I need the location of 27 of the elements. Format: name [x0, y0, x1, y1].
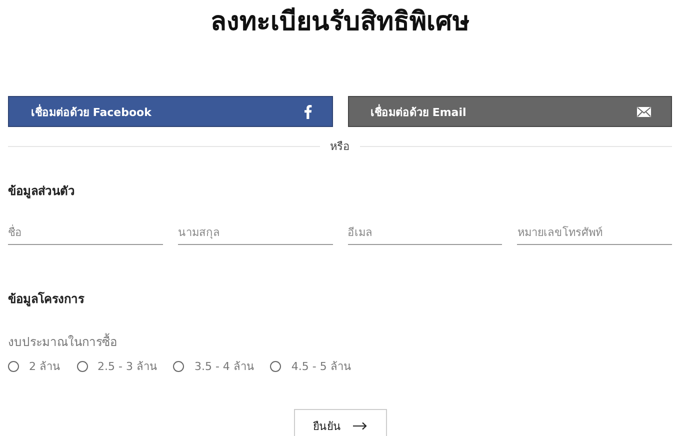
facebook-icon: [304, 104, 312, 118]
input-field[interactable]: อีเมล: [348, 220, 502, 245]
submit-button[interactable]: ยืนยัน: [294, 409, 386, 436]
radio-button[interactable]: [173, 360, 184, 372]
divider-text: หรือ: [330, 139, 350, 155]
facebook-button[interactable]: เชื่อมต่อด้วย Facebook: [8, 96, 332, 127]
page-title: ลงทะเบียนรับสิทธิพิเศษ: [210, 6, 470, 39]
email-button[interactable]: เชื่อมต่อด้วย Email: [348, 96, 672, 127]
input-field[interactable]: หมายเลขโทรศัพท์: [517, 220, 672, 245]
section-heading: ข้อมูลส่วนตัว: [8, 183, 76, 200]
radio-button[interactable]: [8, 360, 19, 372]
radio-option[interactable]: 4.5 - 5 ล้าน: [270, 357, 352, 375]
radio-button[interactable]: [76, 360, 88, 372]
option-label: 2.5 - 3 ล้าน: [98, 359, 158, 375]
radio-option[interactable]: 2 ล้าน: [8, 357, 60, 375]
field-label: งบประมาณในการซื้อ: [8, 332, 118, 351]
arrow-icon: [353, 422, 367, 430]
radio-option[interactable]: 2.5 - 3 ล้าน: [76, 357, 158, 375]
section-heading: ข้อมูลโครงการ: [8, 290, 86, 308]
option-label: 4.5 - 5 ล้าน: [291, 359, 352, 375]
input-field[interactable]: นามสกุล: [178, 220, 332, 245]
radio-option[interactable]: 3.5 - 4 ล้าน: [173, 357, 254, 375]
option-label: 2 ล้าน: [29, 359, 60, 375]
envelope-icon: [637, 106, 651, 116]
input-field[interactable]: ชื่อ: [8, 220, 163, 245]
option-label: 3.5 - 4 ล้าน: [194, 359, 254, 375]
radio-button[interactable]: [270, 360, 282, 372]
